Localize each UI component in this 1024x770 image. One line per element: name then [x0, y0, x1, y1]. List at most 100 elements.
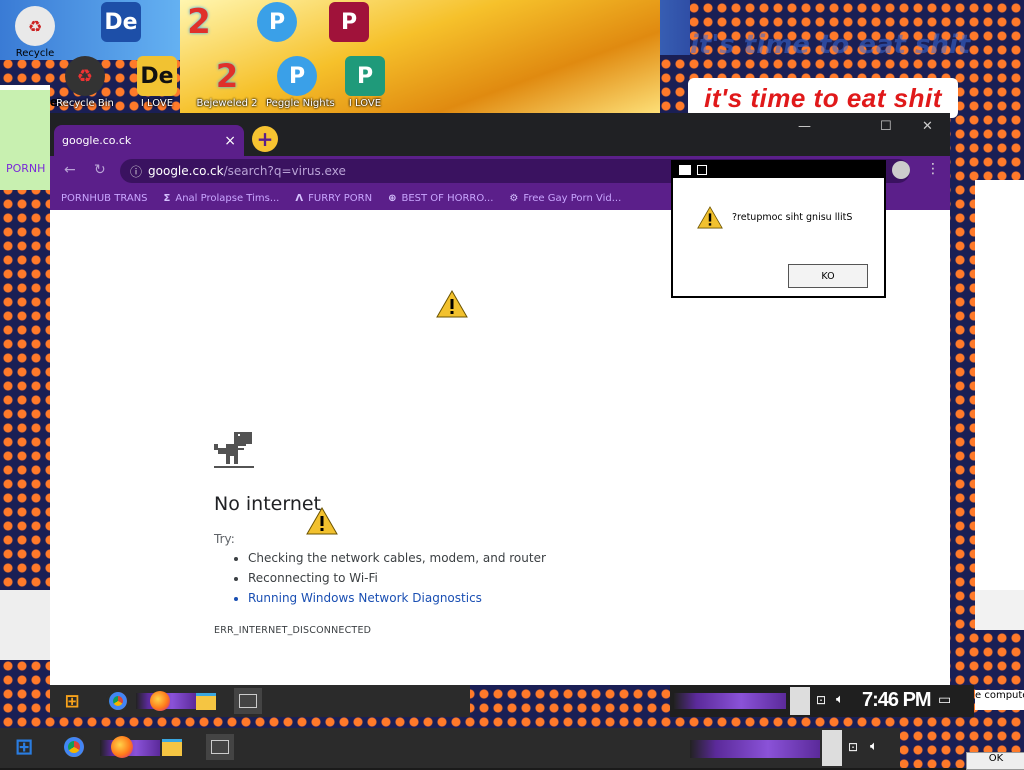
menu-kebab-icon[interactable]: ⋮: [926, 161, 940, 177]
maximize-button[interactable]: ☐: [880, 119, 892, 134]
warning-icon: [697, 206, 723, 229]
error-dialog: ?retupmoc siht gnisu llitS KO: [671, 160, 886, 298]
error-code: ERR_INTERNET_DISCONNECTED: [214, 625, 372, 636]
network-icon[interactable]: ⊡: [816, 693, 826, 707]
url-host: google.co.ck: [148, 164, 224, 178]
desktop-icon-label: Peggle Nights: [266, 98, 335, 109]
ghost-banner: it's time to eat shit: [690, 30, 971, 60]
desktop-icon-bejeweled[interactable]: 2 Bejeweled 2: [196, 54, 258, 116]
desktop-icon-publisher-top[interactable]: P: [318, 0, 380, 62]
bookmark-item[interactable]: ⊕ BEST OF HORRO...: [388, 193, 493, 204]
taskbar-slider-thumb[interactable]: [790, 687, 810, 715]
bejeweled-icon: 2: [215, 57, 239, 95]
bookmark-icon: ⊕: [388, 192, 397, 204]
de-app-icon: De: [137, 56, 177, 96]
firefox-icon[interactable]: [108, 734, 136, 760]
suggestion-item: Reconnecting to Wi-Fi: [248, 568, 546, 588]
volume-icon[interactable]: 🔈︎: [870, 739, 878, 754]
profile-avatar-icon[interactable]: [892, 161, 910, 179]
close-window-button[interactable]: ✕: [922, 119, 933, 134]
bookmark-label: PORNHUB TRANS: [61, 192, 148, 204]
file-explorer-icon[interactable]: [192, 688, 220, 714]
browser-tab[interactable]: google.co.ck ×: [54, 125, 244, 156]
ghost-glitch-left: [0, 590, 50, 660]
desktop-icon-label: I LOVE: [348, 98, 382, 109]
firefox-icon[interactable]: [146, 688, 174, 714]
desktop-icon-de[interactable]: De I LOVE: [126, 54, 188, 116]
ghost-green-panel: PORNH: [0, 90, 50, 190]
bookmark-icon: Σ: [163, 192, 171, 204]
publisher-icon: P: [345, 56, 385, 96]
bookmark-icon: ⚙: [509, 192, 519, 204]
dialog-ok-button[interactable]: KO: [788, 264, 868, 288]
text-banner: it's time to eat shit: [688, 78, 958, 118]
warning-icon: [436, 290, 468, 318]
volume-icon[interactable]: 🔈︎: [836, 692, 844, 707]
url-path: /search?q=virus.exe: [223, 164, 346, 178]
site-info-icon[interactable]: ⓘ: [130, 163, 142, 180]
bookmark-item[interactable]: Λ FURRY PORN: [295, 193, 372, 204]
dinosaur-icon: [214, 432, 254, 468]
desktop-icon-label: I LOVE: [140, 98, 174, 109]
bookmark-label: Anal Prolapse Tims...: [175, 192, 280, 204]
dialog-app-icon: [679, 165, 691, 175]
desktop-icon-label: Recycle Bin: [56, 98, 114, 109]
publisher-icon: P: [329, 2, 369, 42]
chrome-icon[interactable]: [60, 734, 88, 760]
taskbar-glitch-bar: [690, 740, 820, 758]
taskbar-slider-thumb[interactable]: [822, 730, 842, 766]
start-icon[interactable]: ⊞: [58, 688, 86, 714]
de-app-icon: De: [101, 2, 141, 42]
bookmark-item[interactable]: Σ Anal Prolapse Tims...: [164, 193, 280, 204]
bookmark-item[interactable]: ⚙ Free Gay Porn Vid...: [509, 193, 621, 204]
tab-title: google.co.ck: [62, 134, 132, 147]
close-tab-icon[interactable]: ×: [224, 133, 236, 149]
ghost-bookmark-text: PORNH: [6, 162, 46, 175]
network-icon[interactable]: ⊡: [848, 740, 858, 754]
network-diagnostics-link[interactable]: Running Windows Network Diagnostics: [248, 588, 546, 608]
ghost-glitch-right: [975, 590, 1024, 630]
window-app-icon[interactable]: [234, 688, 262, 714]
ghost-window-right: [975, 180, 1024, 590]
banner-text: it's time to eat shit: [704, 82, 942, 113]
taskbar-clock[interactable]: 7:46 PM: [862, 689, 932, 712]
minimize-button[interactable]: —: [798, 119, 811, 134]
desktop-icon-peggle-top[interactable]: P: [246, 0, 308, 62]
error-heading: No internet: [214, 493, 321, 515]
desktop-icon-de-top[interactable]: De: [90, 0, 152, 62]
taskbar-bottom: ⊞ ⊡ 🔈︎: [0, 728, 900, 768]
ghost-ok-button: OK: [966, 752, 1024, 770]
reload-icon[interactable]: ↻: [94, 162, 106, 178]
warning-icon: [306, 507, 338, 535]
ghost-dialog-text: e computer: [975, 690, 1024, 710]
new-tab-button[interactable]: +: [252, 126, 278, 152]
recycle-bin-icon: ♻: [15, 6, 55, 46]
dialog-title-bar: [673, 162, 884, 178]
bookmark-label: BEST OF HORRO...: [401, 192, 494, 204]
back-arrow-icon[interactable]: ←: [64, 162, 76, 178]
taskbar-glitch-bar: [674, 693, 786, 709]
bookmark-item[interactable]: PORNHUB TRANS: [56, 193, 148, 204]
dialog-window-icon: [697, 165, 707, 175]
desktop-icon-label: Bejeweled 2: [196, 98, 258, 109]
bookmark-icon: Λ: [295, 192, 304, 204]
taskbar-left-segment: ⊞: [50, 685, 470, 717]
bookmark-label: Free Gay Porn Vid...: [523, 192, 622, 204]
start-icon[interactable]: ⊞: [10, 734, 38, 760]
try-label: Try:: [214, 532, 235, 546]
desktop-icon-peggle[interactable]: P Peggle Nights: [266, 54, 335, 116]
window-app-icon[interactable]: [206, 734, 234, 760]
taskbar-tray: ⊡ 🔈︎ 7:46 PM ▭: [670, 685, 974, 717]
notification-icon[interactable]: ▭: [938, 692, 951, 708]
dialog-message: ?retupmoc siht gnisu llitS: [732, 212, 853, 223]
recycle-bin-icon: ♻: [65, 56, 105, 96]
desktop-icon-publisher[interactable]: P I LOVE: [334, 54, 396, 116]
peggle-icon: P: [257, 2, 297, 42]
bejeweled-icon: 2: [187, 2, 211, 42]
bookmark-label: FURRY PORN: [308, 192, 373, 204]
chrome-icon[interactable]: [104, 688, 132, 714]
desktop-icon-bejeweled-top[interactable]: 2: [168, 0, 230, 62]
file-explorer-icon[interactable]: [158, 734, 186, 760]
desktop-icon-recycle-bin[interactable]: ♻ Recycle Bin: [54, 54, 116, 116]
suggestion-list: Checking the network cables, modem, and …: [232, 548, 546, 608]
